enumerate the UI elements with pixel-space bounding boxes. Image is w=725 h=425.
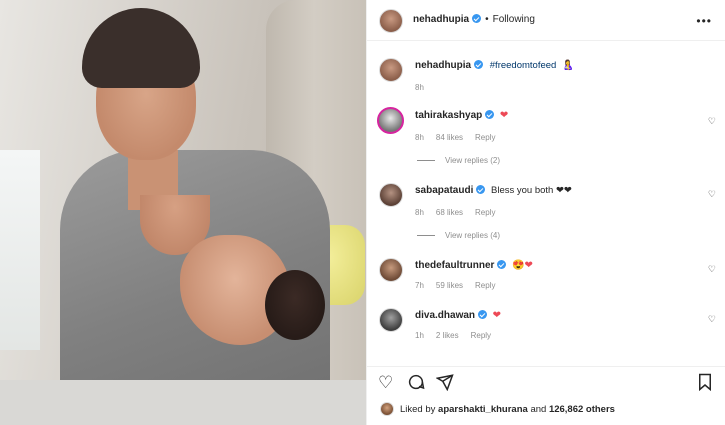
- caption-text: nehadhupia #freedomtofeed 🤱: [415, 60, 574, 71]
- comment-text: diva.dhawan ❤: [415, 310, 501, 321]
- verified-badge-icon: [476, 185, 486, 194]
- comment-avatar[interactable]: [377, 107, 404, 134]
- comment-text: sabapataudi Bless you both ❤❤: [415, 185, 572, 196]
- comment-body: Bless you both ❤❤: [491, 185, 572, 196]
- replies-line: [417, 160, 435, 161]
- reply-button[interactable]: Reply: [475, 208, 495, 217]
- caption-time-value: 8h: [415, 83, 424, 92]
- caption-username[interactable]: nehadhupia: [415, 60, 471, 71]
- more-icon[interactable]: •••: [696, 14, 712, 28]
- comment-username[interactable]: thedefaultrunner: [415, 260, 494, 271]
- comment-meta: 8h 84 likes Reply: [415, 133, 507, 142]
- comment-icon[interactable]: [407, 373, 425, 396]
- comment-item: diva.dhawan ❤ 1h 2 likes Reply ♡: [367, 306, 725, 346]
- comment-username[interactable]: tahirakashyap: [415, 110, 482, 121]
- heart-icon[interactable]: ♡: [708, 314, 716, 325]
- photo-window: [0, 150, 40, 350]
- comment-item: thedefaultrunner 😍❤ 7h 59 likes Reply ♡: [367, 256, 725, 296]
- comment-meta: 1h 2 likes Reply: [415, 331, 503, 340]
- photo-bottom: [0, 380, 366, 425]
- follow-button[interactable]: Following: [493, 14, 535, 25]
- post-header: nehadhupia • Following •••: [367, 0, 725, 41]
- comment-time: 8h: [415, 133, 424, 142]
- owner-username[interactable]: nehadhupia: [413, 14, 469, 25]
- verified-badge-icon: [472, 14, 482, 23]
- liked-by-prefix: Liked by: [400, 404, 436, 415]
- caption-avatar[interactable]: [379, 58, 403, 82]
- comment-avatar[interactable]: [379, 258, 403, 282]
- verified-badge-icon: [485, 110, 495, 119]
- view-replies-label: View replies (4): [445, 231, 500, 240]
- comment-username[interactable]: sabapataudi: [415, 185, 473, 196]
- comment-time: 1h: [415, 331, 424, 340]
- replies-line: [417, 235, 435, 236]
- reply-button[interactable]: Reply: [471, 331, 491, 340]
- comment-text: tahirakashyap ❤: [415, 110, 508, 121]
- comment-time: 8h: [415, 208, 424, 217]
- comment-avatar[interactable]: [379, 308, 403, 332]
- separator-dot: •: [485, 14, 489, 25]
- comment-time: 7h: [415, 281, 424, 290]
- share-icon[interactable]: [435, 373, 454, 396]
- verified-badge-icon: [497, 260, 507, 269]
- caption-time: 8h: [415, 83, 436, 92]
- caption: nehadhupia #freedomtofeed 🤱 8h: [367, 56, 725, 96]
- comment-item: tahirakashyap ❤ 8h 84 likes Reply View rep…: [367, 106, 725, 172]
- heart-icon[interactable]: ♡: [378, 373, 393, 393]
- owner-avatar[interactable]: [379, 9, 403, 33]
- post-side-panel: nehadhupia • Following ••• nehadhupia #fre…: [366, 0, 725, 425]
- verified-badge-icon: [478, 310, 488, 319]
- comment-meta: 8h 68 likes Reply: [415, 208, 507, 217]
- heart-icon[interactable]: ♡: [708, 116, 716, 127]
- comment-likes[interactable]: 2 likes: [436, 331, 459, 340]
- bookmark-icon[interactable]: [697, 373, 713, 396]
- view-replies-button[interactable]: View replies (2): [417, 156, 500, 165]
- reply-button[interactable]: Reply: [475, 133, 495, 142]
- liked-count[interactable]: 126,862 others: [549, 404, 615, 415]
- comment-avatar[interactable]: [379, 183, 403, 207]
- comment-body: 😍❤: [512, 260, 533, 271]
- comment-likes[interactable]: 59 likes: [436, 281, 463, 290]
- view-replies-button[interactable]: View replies (4): [417, 231, 500, 240]
- caption-emoji: 🤱: [561, 60, 574, 71]
- liker-avatar[interactable]: [380, 402, 394, 416]
- caption-hashtag[interactable]: #freedomtofeed: [490, 60, 557, 71]
- comment-text: thedefaultrunner 😍❤: [415, 260, 533, 271]
- comment-meta: 7h 59 likes Reply: [415, 281, 507, 290]
- photo-baby: [265, 270, 325, 340]
- liked-by-user[interactable]: aparshakti_khurana: [438, 404, 528, 415]
- post-photo[interactable]: [0, 0, 366, 425]
- liked-by-suffix: and: [530, 404, 547, 415]
- verified-badge-icon: [474, 60, 484, 69]
- comment-likes[interactable]: 68 likes: [436, 208, 463, 217]
- comment-body: ❤: [499, 110, 509, 121]
- comment-body: ❤: [492, 310, 502, 321]
- comment-item: sabapataudi Bless you both ❤❤ 8h 68 likes…: [367, 181, 725, 247]
- comment-username[interactable]: diva.dhawan: [415, 310, 475, 321]
- action-bar: ♡ Liked by aparshakti_khurana and 126,86…: [367, 366, 725, 425]
- view-replies-label: View replies (2): [445, 156, 500, 165]
- comment-likes[interactable]: 84 likes: [436, 133, 463, 142]
- liked-by-text: Liked by aparshakti_khurana and 126,862 …: [400, 404, 615, 415]
- heart-icon[interactable]: ♡: [708, 189, 716, 200]
- header-text: nehadhupia • Following: [413, 14, 535, 25]
- reply-button[interactable]: Reply: [475, 281, 495, 290]
- heart-icon[interactable]: ♡: [708, 264, 716, 275]
